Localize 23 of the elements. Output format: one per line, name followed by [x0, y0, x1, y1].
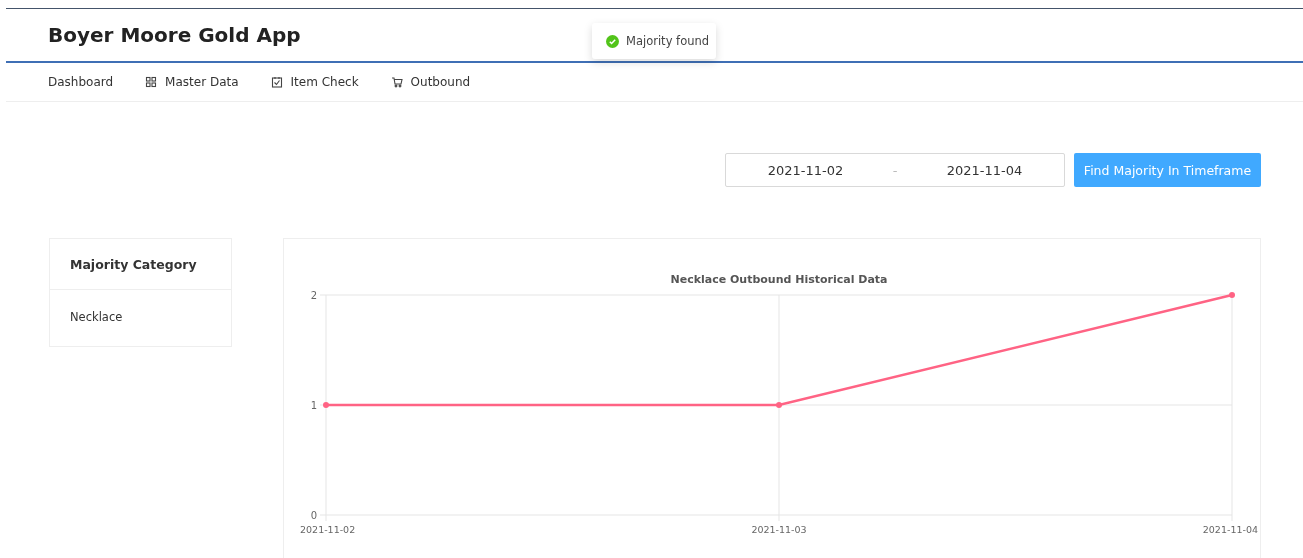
- nav-link[interactable]: Item Check: [270, 75, 359, 89]
- y-tick-label: 2: [310, 290, 317, 301]
- x-tick-label: 2021-11-04: [1202, 524, 1258, 535]
- nav-link[interactable]: Dashboard: [48, 75, 114, 89]
- chart-title: Necklace Outbound Historical Data: [670, 273, 888, 286]
- nav-link[interactable]: Master Data: [145, 75, 239, 89]
- y-tick-label: 0: [310, 510, 317, 521]
- data-point: [776, 402, 782, 408]
- toast-text: Majority found: [626, 34, 710, 48]
- data-point: [1229, 292, 1235, 298]
- category-value: Necklace: [70, 310, 123, 324]
- card-title: Majority Category: [50, 239, 231, 290]
- date-range-field[interactable]: 2021-11-02 - 2021-11-04: [725, 153, 1065, 187]
- grid-icon: [145, 76, 158, 88]
- x-tick-label: 2021-11-02: [300, 524, 356, 535]
- cart-icon: [390, 76, 403, 88]
- data-point: [323, 402, 329, 408]
- y-tick-label: 1: [310, 400, 317, 411]
- nav-link[interactable]: Outbound: [390, 75, 471, 89]
- x-tick-label: 2021-11-03: [751, 524, 807, 535]
- checkbox-icon: [270, 76, 283, 88]
- app-title: Boyer Moore Gold App: [48, 23, 301, 47]
- success-icon: [606, 34, 619, 48]
